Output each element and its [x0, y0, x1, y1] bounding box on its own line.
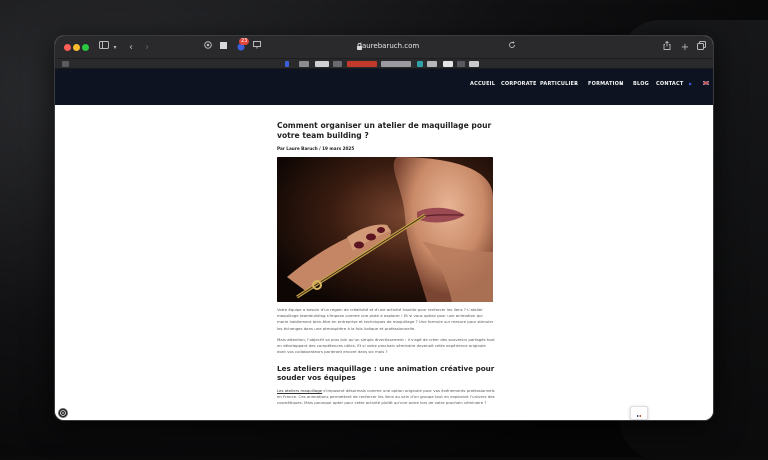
forward-icon[interactable]: ›: [143, 41, 151, 54]
favorite-item[interactable]: [443, 61, 453, 67]
browser-toolbar: ▾ ‹ › 23 laurebaruch.com +: [55, 36, 713, 59]
tab-overview-icon[interactable]: [696, 41, 706, 54]
favorite-item[interactable]: [299, 61, 309, 67]
favorite-item[interactable]: [333, 61, 342, 67]
language-switcher-button[interactable]: [630, 406, 648, 420]
nav-contact[interactable]: CONTACT: [656, 81, 683, 87]
article-title: Comment organiser un atelier de maquilla…: [277, 121, 495, 140]
favorite-item[interactable]: [469, 61, 479, 67]
privacy-report-icon[interactable]: [203, 41, 213, 54]
article-paragraph: Mais attention, l'objectif va plus loin …: [277, 337, 495, 356]
address-bar[interactable]: laurebaruch.com: [360, 42, 419, 50]
article-paragraph: Votre équipe a besoin d'un regain de cré…: [277, 307, 495, 332]
site-navigation: ACCUEIL CORPORATE PARTICULIER ▾ FORMATIO…: [55, 69, 713, 105]
nav-accueil[interactable]: ACCUEIL: [470, 81, 495, 87]
nav-particulier[interactable]: PARTICULIER: [540, 81, 578, 87]
chevron-down-icon: ▾: [620, 81, 622, 86]
favorites-bar: [55, 59, 713, 69]
reload-icon[interactable]: [507, 41, 517, 54]
close-window-button[interactable]: [64, 44, 71, 51]
article-meta: Par Laure Baruch / 19 mars 2025: [277, 146, 495, 151]
ateliers-maquillage-link[interactable]: Les ateliers maquillage: [277, 388, 322, 393]
sidebar-icon[interactable]: [98, 41, 110, 54]
minimize-window-button[interactable]: [73, 44, 80, 51]
share-icon[interactable]: [662, 41, 672, 54]
new-tab-icon[interactable]: +: [680, 41, 690, 54]
nav-corporate[interactable]: CORPORATE: [501, 81, 537, 87]
favorite-item[interactable]: [315, 61, 329, 67]
play-icon[interactable]: ▶: [689, 81, 692, 86]
back-icon[interactable]: ‹: [127, 41, 135, 54]
chevron-down-icon: ▾: [575, 81, 577, 86]
article-subheading: Les ateliers maquillage : une animation …: [277, 365, 495, 383]
favorite-item[interactable]: [347, 61, 377, 67]
uk-flag-icon[interactable]: [703, 81, 709, 87]
favorite-item[interactable]: [427, 61, 437, 67]
chevron-down-icon[interactable]: ▾: [112, 41, 118, 54]
makeup-photo: [277, 157, 493, 302]
extension-badge-count: 23: [239, 38, 249, 45]
favorite-item[interactable]: [457, 61, 465, 67]
favorite-item[interactable]: [417, 61, 423, 67]
page-content: Comment organiser un atelier de maquilla…: [55, 105, 713, 421]
reader-icon[interactable]: [252, 41, 262, 54]
extension-icon[interactable]: [219, 41, 228, 54]
nav-formation[interactable]: FORMATION: [588, 81, 623, 87]
browser-window: ▾ ‹ › 23 laurebaruch.com +: [54, 35, 714, 421]
article-paragraph: Les ateliers maquillage s'imposent désor…: [277, 388, 495, 407]
blog-article: Comment organiser un atelier de maquilla…: [277, 121, 495, 407]
favorite-item[interactable]: [285, 61, 289, 67]
nav-blog[interactable]: BLOG: [633, 81, 649, 87]
article-hero-image: [277, 157, 493, 302]
favorites-grid-icon[interactable]: [62, 61, 69, 67]
cookie-settings-button[interactable]: [58, 408, 68, 418]
french-flag-icon: [631, 410, 647, 421]
zoom-window-button[interactable]: [82, 44, 89, 51]
favorite-item[interactable]: [381, 61, 411, 67]
